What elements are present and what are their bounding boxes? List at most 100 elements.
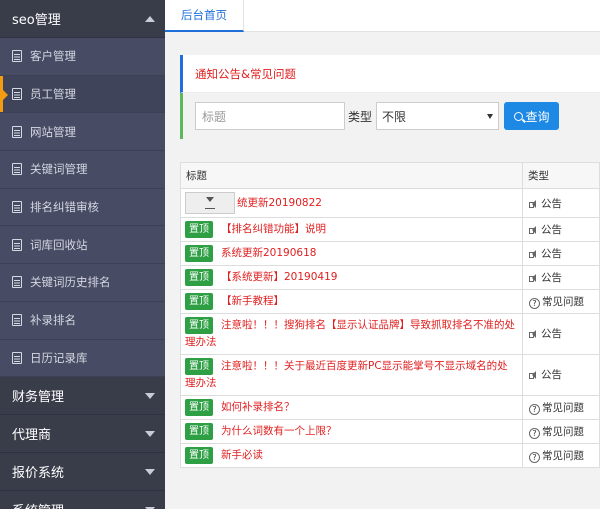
type-label: 类型 xyxy=(348,109,373,124)
column-header-type: 类型 xyxy=(522,162,600,189)
row-title[interactable]: 【排名纠错功能】说明 xyxy=(221,223,326,235)
document-icon xyxy=(12,125,22,138)
sidebar-item-label: 关键词历史排名 xyxy=(30,275,111,290)
chevron-down-icon xyxy=(145,430,155,437)
sidebar-group-seo[interactable]: seo管理 xyxy=(0,0,165,38)
table-row[interactable]: 置顶 如何补录排名？ ? 常见问题 xyxy=(180,394,600,420)
row-type: 常见问题 xyxy=(542,401,584,414)
chevron-down-icon xyxy=(487,113,494,119)
question-icon: ? xyxy=(529,403,540,415)
speaker-icon xyxy=(529,274,539,282)
sidebar-item-label: 补录排名 xyxy=(30,313,76,328)
sidebar-group-label: seo管理 xyxy=(12,13,61,28)
tab-bar: 后台首页 xyxy=(165,0,600,32)
sidebar-group-system[interactable]: 系统管理 xyxy=(0,491,165,509)
table-row[interactable]: 置顶 系统更新20190618 公告 xyxy=(180,241,600,266)
sidebar-item-label: 排名纠错审核 xyxy=(30,200,99,215)
sidebar-submenu: 客户管理 员工管理 网站管理 关键词管理 排名纠错审核 词库回收站 关键词历史排… xyxy=(0,38,165,378)
table-row[interactable]: 置顶 为什么词数有一个上限？ ? 常见问题 xyxy=(180,418,600,444)
sidebar-group-finance[interactable]: 财务管理 xyxy=(0,377,165,416)
row-type: 公告 xyxy=(541,248,562,260)
row-title[interactable]: 【新手教程】 xyxy=(221,295,284,307)
row-type: 常见问题 xyxy=(542,449,584,462)
document-icon xyxy=(12,276,22,289)
chevron-down-icon xyxy=(145,392,155,399)
document-icon xyxy=(12,50,22,63)
sidebar-item-label: 日历记录库 xyxy=(30,350,88,365)
document-icon xyxy=(12,314,22,327)
sidebar-item-backfill-rank[interactable]: 补录排名 xyxy=(0,302,165,340)
sidebar-item-calendar-log[interactable]: 日历记录库 xyxy=(0,340,165,378)
table-row[interactable]: 置顶 【排名纠错功能】说明 公告 xyxy=(180,217,600,242)
row-type: 公告 xyxy=(541,224,562,236)
speaker-icon xyxy=(529,250,539,258)
table-row[interactable]: 置顶 新手必读 ? 常见问题 xyxy=(180,442,600,468)
row-title[interactable]: 注意啦！！！搜狗排名【显示认证品牌】导致抓取排名不准的处理办法 xyxy=(185,319,515,348)
main-area: 后台首页 通知公告&常见问题 标题 类型 不限 查询 标题 类型 统更新2019… xyxy=(165,0,600,509)
type-select[interactable]: 不限 xyxy=(376,102,500,130)
bottom-line-icon xyxy=(205,207,215,210)
pinned-badge: 置顶 xyxy=(185,221,213,238)
sidebar-item-history-rank[interactable]: 关键词历史排名 xyxy=(0,264,165,302)
sidebar-item-sites[interactable]: 网站管理 xyxy=(0,113,165,152)
row-title[interactable]: 【系统更新】20190419 xyxy=(221,271,337,283)
row-title[interactable]: 统更新20190822 xyxy=(237,197,322,209)
sidebar-group-agents[interactable]: 代理商 xyxy=(0,415,165,454)
sidebar-item-label: 员工管理 xyxy=(30,87,76,102)
arrow-down-icon xyxy=(206,196,214,202)
sidebar-item-keywords[interactable]: 关键词管理 xyxy=(0,151,165,189)
pinned-badge: 置顶 xyxy=(185,269,213,286)
table-header-row: 标题 类型 xyxy=(180,162,600,189)
chevron-down-icon xyxy=(145,468,155,475)
table-row[interactable]: 置顶 【系统更新】20190419 公告 xyxy=(180,265,600,290)
row-title[interactable]: 新手必读 xyxy=(221,449,263,461)
row-type: 公告 xyxy=(541,272,562,284)
document-icon xyxy=(12,238,22,251)
pinned-badge: 置顶 xyxy=(185,317,213,334)
sidebar-group-label: 系统管理 xyxy=(12,500,64,509)
type-select-value: 不限 xyxy=(382,109,407,124)
sidebar-group-label: 报价系统 xyxy=(12,466,65,482)
table-row[interactable]: 置顶 【新手教程】 ? 常见问题 xyxy=(180,289,600,314)
pinned-badge: 置顶 xyxy=(185,422,213,440)
column-header-title: 标题 xyxy=(180,162,523,189)
row-title[interactable]: 系统更新20190618 xyxy=(221,247,316,259)
row-type: 常见问题 xyxy=(542,425,584,438)
sidebar-item-customers[interactable]: 客户管理 xyxy=(0,38,165,76)
row-title[interactable]: 注意啦！！！关于最近百度更新PC显示能掌号不显示域名的处理办法 xyxy=(185,360,508,389)
speaker-icon xyxy=(529,199,539,208)
sidebar-item-label: 关键词管理 xyxy=(30,162,88,177)
table-row[interactable]: 置顶 注意啦！！！关于最近百度更新PC显示能掌号不显示域名的处理办法 公告 xyxy=(180,353,600,396)
pinned-badge: 置顶 xyxy=(185,357,213,375)
sidebar-item-rank-review[interactable]: 排名纠错审核 xyxy=(0,189,165,227)
search-bar: 标题 类型 不限 查询 xyxy=(180,93,600,139)
notice-table: 标题 类型 统更新20190822 公告 置顶 【排名纠错功能】说明 公告 置顶系… xyxy=(180,162,600,468)
scroll-to-bottom-button[interactable] xyxy=(185,192,235,214)
pinned-badge: 置顶 xyxy=(185,293,213,310)
document-icon xyxy=(12,201,22,214)
row-type: 常见问题 xyxy=(542,296,584,308)
search-button[interactable]: 查询 xyxy=(504,102,560,130)
tab-home[interactable]: 后台首页 xyxy=(165,0,244,32)
sidebar: seo管理 客户管理 员工管理 网站管理 关键词管理 排名纠错审核 词库回收站 … xyxy=(0,0,165,509)
table-row[interactable]: 统更新20190822 公告 xyxy=(180,188,600,218)
sidebar-item-staff[interactable]: 员工管理 xyxy=(0,75,165,114)
sidebar-item-recycle-bin[interactable]: 词库回收站 xyxy=(0,226,165,265)
sidebar-group-quotes[interactable]: 报价系统 xyxy=(0,453,165,492)
content: 通知公告&常见问题 标题 类型 不限 查询 标题 类型 统更新20190822 … xyxy=(180,55,600,509)
row-title[interactable]: 如何补录排名？ xyxy=(221,401,295,413)
search-button-label: 查询 xyxy=(525,109,550,124)
row-title[interactable]: 为什么词数有一个上限？ xyxy=(221,425,337,437)
table-row[interactable]: 置顶 注意啦！！！搜狗排名【显示认证品牌】导致抓取排名不准的处理办法 公告 xyxy=(180,313,600,355)
document-icon xyxy=(12,351,22,364)
document-icon xyxy=(12,88,22,101)
sidebar-item-label: 客户管理 xyxy=(30,49,76,64)
pinned-badge: 置顶 xyxy=(185,446,213,464)
chevron-up-icon xyxy=(145,15,155,22)
row-type: 公告 xyxy=(541,197,562,210)
sidebar-item-label: 词库回收站 xyxy=(30,237,88,252)
question-icon: ? xyxy=(529,451,540,463)
speaker-icon xyxy=(529,330,539,339)
title-search-input[interactable]: 标题 xyxy=(195,102,345,130)
sidebar-group-label: 财务管理 xyxy=(12,390,65,406)
